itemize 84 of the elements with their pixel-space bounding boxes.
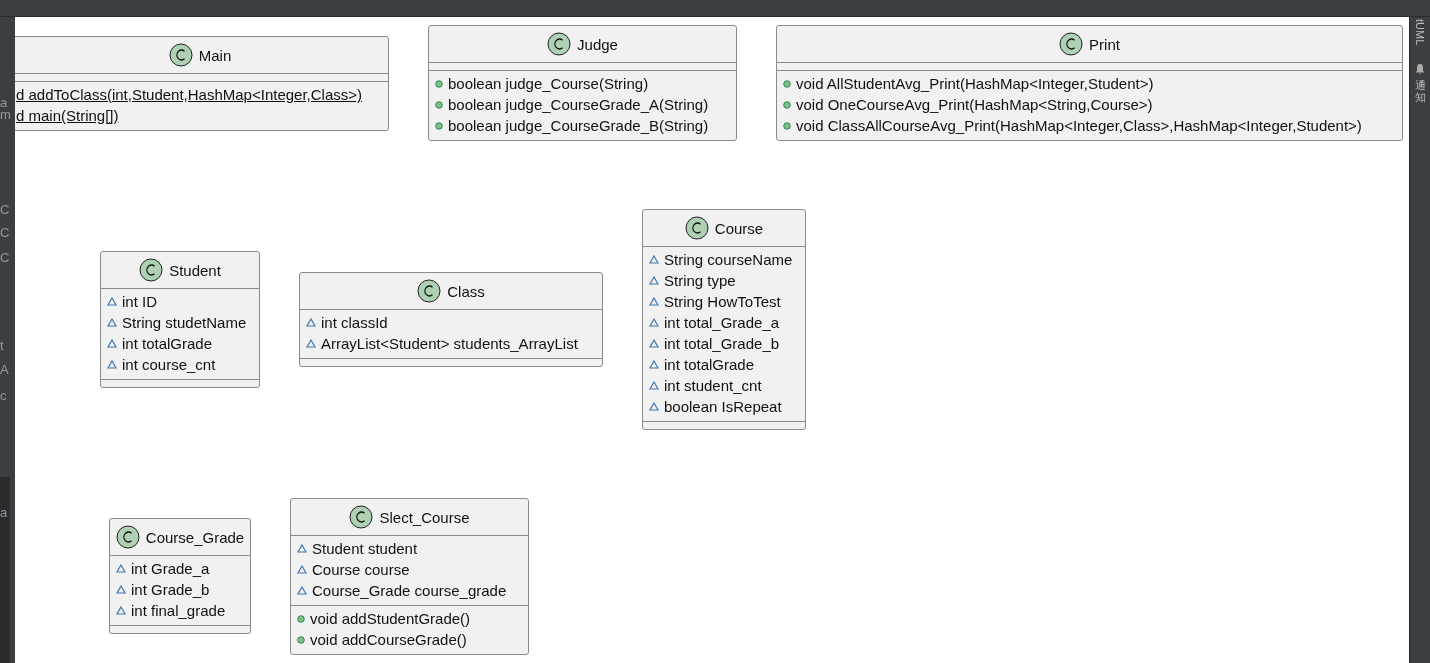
class-c-icon bbox=[1059, 32, 1084, 56]
public-visibility-icon bbox=[783, 100, 791, 109]
class-field: Student student bbox=[312, 540, 418, 557]
public-visibility-icon bbox=[297, 635, 305, 644]
class-method: boolean judge_CourseGrade_B(String) bbox=[448, 117, 709, 134]
class-method: void AllStudentAvg_Print(HashMap<Integer,Student>) bbox=[796, 75, 1154, 92]
class-name: Course_Grade bbox=[145, 528, 245, 546]
package-visibility-icon bbox=[116, 585, 126, 594]
class-method: boolean judge_Course(String) bbox=[448, 75, 649, 92]
class-c-icon bbox=[115, 525, 140, 549]
class-name: Judge bbox=[577, 35, 618, 53]
class-method: void addCourseGrade() bbox=[310, 631, 467, 648]
public-visibility-icon bbox=[435, 121, 443, 130]
class-field: Course_Grade course_grade bbox=[312, 582, 507, 599]
class-method: boolean judge_CourseGrade_A(String) bbox=[448, 96, 709, 113]
package-visibility-icon bbox=[107, 360, 117, 369]
class-method: d addToClass(int,Student,HashMap<Integer,Class>) bbox=[16, 86, 363, 103]
public-visibility-icon bbox=[435, 79, 443, 88]
public-visibility-icon bbox=[297, 614, 305, 623]
panel-text-fragment: C bbox=[0, 202, 10, 218]
package-visibility-icon bbox=[107, 297, 117, 306]
class-field: int final_grade bbox=[131, 602, 226, 619]
package-visibility-icon bbox=[297, 565, 307, 574]
class-c-icon bbox=[168, 43, 193, 67]
class-field: Course course bbox=[312, 561, 410, 578]
class-field: int ID bbox=[122, 293, 157, 310]
class-field: int Grade_b bbox=[131, 581, 210, 598]
class-method: void ClassAllCourseAvg_Print(HashMap<Integer,Class>,HashMap<Integer,Student>) bbox=[796, 117, 1362, 134]
class-c-icon bbox=[139, 258, 164, 282]
class-method: d main(String[]) bbox=[16, 107, 119, 124]
notifications-tab[interactable]: 通知 bbox=[1414, 79, 1426, 104]
class-c-icon bbox=[349, 505, 374, 529]
class-field: int total_Grade_a bbox=[664, 314, 780, 331]
class-field: ArrayList<Student> students_ArrayList bbox=[321, 335, 578, 352]
package-visibility-icon bbox=[116, 564, 126, 573]
package-visibility-icon bbox=[649, 255, 659, 264]
panel-text-fragment: t bbox=[0, 338, 4, 354]
package-visibility-icon bbox=[649, 360, 659, 369]
class-c-icon bbox=[417, 279, 442, 303]
public-visibility-icon bbox=[435, 100, 443, 109]
class-c-icon bbox=[684, 216, 709, 240]
class-field: String studetName bbox=[122, 314, 247, 331]
class-field: int Grade_a bbox=[131, 560, 210, 577]
package-visibility-icon bbox=[116, 606, 126, 615]
package-visibility-icon bbox=[649, 297, 659, 306]
class-method: void addStudentGrade() bbox=[310, 610, 471, 627]
package-visibility-icon bbox=[649, 339, 659, 348]
panel-text-fragment: C bbox=[0, 225, 10, 241]
class-field: int classId bbox=[321, 314, 388, 331]
class-field: String courseName bbox=[664, 251, 793, 268]
panel-text-fragment: C bbox=[0, 250, 10, 266]
class-field: String HowToTest bbox=[664, 293, 781, 310]
class-field: int totalGrade bbox=[122, 335, 213, 352]
class-method: void OneCourseAvg_Print(HashMap<String,Course>) bbox=[796, 96, 1153, 113]
package-visibility-icon bbox=[107, 318, 117, 327]
public-visibility-icon bbox=[783, 79, 791, 88]
class-field: int total_Grade_b bbox=[664, 335, 780, 352]
package-visibility-icon bbox=[306, 339, 316, 348]
plugin-tab[interactable]: tUML bbox=[1413, 19, 1427, 46]
class-name: Student bbox=[169, 261, 221, 279]
package-visibility-icon bbox=[649, 402, 659, 411]
panel-text-fragment: c bbox=[0, 388, 7, 404]
panel-text-fragment: A bbox=[0, 362, 9, 378]
package-visibility-icon bbox=[297, 586, 307, 595]
class-name: Main bbox=[198, 46, 232, 64]
class-field: int student_cnt bbox=[664, 377, 762, 394]
bell-icon[interactable] bbox=[1414, 63, 1426, 76]
class-name: Slect_Course bbox=[379, 508, 470, 526]
class-name: Course bbox=[714, 219, 764, 237]
package-visibility-icon bbox=[649, 318, 659, 327]
class-name: Print bbox=[1089, 35, 1120, 53]
package-visibility-icon bbox=[649, 276, 659, 285]
class-field: int course_cnt bbox=[122, 356, 216, 373]
class-field: int totalGrade bbox=[664, 356, 755, 373]
panel-text-fragment: a bbox=[0, 505, 8, 521]
package-visibility-icon bbox=[107, 339, 117, 348]
class-field: String type bbox=[664, 272, 736, 289]
class-name: Class bbox=[447, 282, 485, 300]
package-visibility-icon bbox=[649, 381, 659, 390]
public-visibility-icon bbox=[783, 121, 791, 130]
package-visibility-icon bbox=[306, 318, 316, 327]
package-visibility-icon bbox=[297, 544, 307, 553]
class-c-icon bbox=[547, 32, 572, 56]
class-field: boolean IsRepeat bbox=[664, 398, 782, 415]
